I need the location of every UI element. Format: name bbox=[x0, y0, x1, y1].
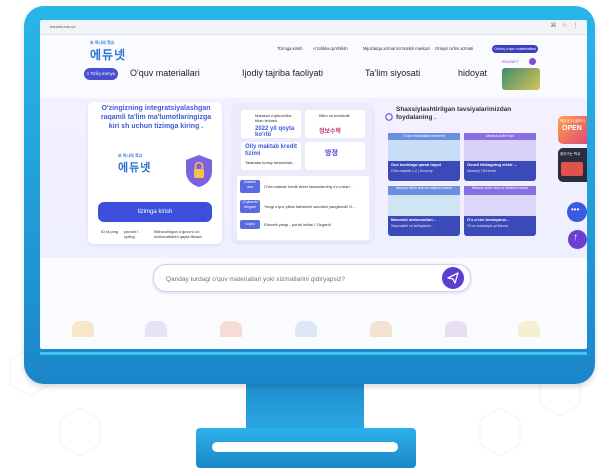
scroll-top-button[interactable]: ↑ bbox=[568, 230, 587, 249]
send-icon bbox=[447, 272, 459, 284]
login-logo-wordmark: 에듀넷 bbox=[118, 162, 152, 174]
open-banner-sub: 에듀넷 티-클리어 bbox=[560, 119, 585, 123]
reco-item-3-sub: Sayoxatchi va tarbiyalash... bbox=[391, 224, 434, 228]
news-tile-1-text: Malakali o'qituvchilar bilan ishlash bbox=[255, 113, 292, 123]
news-row-1-tag: Izlanish ana bbox=[240, 180, 260, 193]
news-row-3-text[interactable]: Eduneti yangi - portal ishlari / Ozgardi bbox=[264, 222, 366, 227]
news-tile-2-text: Bilim va kreativlik bbox=[319, 113, 350, 118]
logo-wordmark: 에듀넷 bbox=[90, 48, 127, 62]
nav-creative-activities[interactable]: Ijodiy tajriba faoliyati bbox=[242, 68, 323, 78]
site-logo[interactable]: 또 하나의 학교 에듀넷 bbox=[90, 40, 126, 63]
reco-item-3[interactable]: Maxsus ta'lim fani va elektron resurs Ma… bbox=[388, 186, 460, 236]
browser-toolbar: edunet.edu.uz ⌘ ☆ ⋮ bbox=[40, 20, 587, 35]
monitor-screen: edunet.edu.uz ⌘ ☆ ⋮ 또 하나의 학교 에듀넷 Tizimga… bbox=[40, 20, 587, 349]
find-id-link[interactable]: ID ta ping bbox=[101, 229, 119, 234]
news-row-2-tag: O'qituvchi tenglari bbox=[240, 200, 260, 213]
reco-item-2-label: Ovozli fizikagning elektr ... bbox=[467, 162, 518, 167]
quick-icon-2[interactable] bbox=[145, 321, 167, 337]
reco-item-4-sub: Til va madaniyat qo'llanma bbox=[467, 224, 509, 228]
search-submit-button[interactable] bbox=[442, 267, 464, 289]
news-tile-1-heading: 2022 yil qoyta ko'rib bbox=[255, 126, 295, 138]
news-row-2-text[interactable]: Yangi o'quv yilida bahsberil savollari y… bbox=[264, 204, 366, 209]
arrow-up-icon: ↑ bbox=[573, 232, 578, 243]
news-tile-3[interactable]: Olly maktab kredit tizimi Talabalar kurs… bbox=[241, 142, 301, 170]
reco-title: Shaxsiylashtirilgan tavsiyalarimizdan fo… bbox=[396, 106, 512, 121]
nav-education-policy[interactable]: Ta'lim siyosati bbox=[365, 68, 420, 78]
reco-item-1-label: Guz boshlaga qarab hayot bbox=[391, 162, 442, 167]
login-button[interactable]: tizimga kirish bbox=[98, 202, 212, 222]
signup-link[interactable]: A'zolikka qo'shilish bbox=[313, 46, 348, 51]
reco-item-4[interactable]: Maxsus ta'lim fani va elektron resurs O'… bbox=[464, 186, 536, 236]
reco-item-2-head: Maxsus ta'lim fani bbox=[464, 133, 536, 140]
online-service-link[interactable]: Onlayn ta'lim xizmati bbox=[435, 46, 473, 51]
news-tile-4-heading: 방정 bbox=[325, 150, 338, 157]
open-materials-button[interactable]: Ochiq o'quv materiallari bbox=[492, 45, 538, 53]
shield-lock-icon bbox=[186, 155, 212, 187]
reco-item-4-label: O'z-o'zini boshqaruv... bbox=[467, 217, 510, 222]
reco-item-3-head: Maxsus ta'lim fani va elektron resurs bbox=[388, 186, 460, 195]
edunet-badge: EDUNET bbox=[502, 59, 519, 64]
quick-icon-3[interactable] bbox=[220, 321, 242, 337]
menu-dots-icon[interactable]: ⋮ bbox=[572, 23, 579, 30]
chat-bubble-button[interactable]: ••• bbox=[567, 202, 587, 222]
monitor-base-slot bbox=[212, 442, 398, 452]
news-tile-4[interactable]: 방정 bbox=[305, 142, 365, 170]
quick-icon-7[interactable] bbox=[518, 321, 540, 337]
search-bar bbox=[153, 264, 471, 292]
monitor-neck bbox=[246, 384, 364, 430]
news-list: Izlanish ana O'rta maktab kredit tizimi … bbox=[237, 176, 369, 240]
open-banner-title: OPEN bbox=[562, 125, 582, 132]
reco-item-2[interactable]: Maxsus ta'lim fani Ovozli fizikagning el… bbox=[464, 133, 536, 181]
school-banner-label: 찾아가는 학교 bbox=[560, 152, 581, 156]
news-tile-2-heading: 정보수학 bbox=[319, 129, 342, 135]
monitor-chin-line bbox=[40, 352, 587, 355]
reco-item-1-head: O'quv materiallari elementi bbox=[388, 133, 460, 140]
find-password-link[interactable]: parolni t opling bbox=[124, 229, 150, 239]
news-row-1-text[interactable]: O'rta maktab kredit tizimi talabalarning… bbox=[264, 184, 366, 189]
reco-icon bbox=[385, 108, 393, 126]
reco-item-1-sub: O'rta maktab 1-2 | Umumiy bbox=[391, 169, 433, 173]
school-side-banner[interactable]: 찾아가는 학교 bbox=[558, 148, 587, 182]
reco-item-2-sub: Umumiy | Bo'limlar bbox=[467, 169, 496, 173]
address-bar[interactable]: edunet.edu.uz bbox=[50, 23, 490, 31]
login-card: O'zingizning integratsiyalashgan raqamli… bbox=[88, 102, 222, 244]
quick-icon-6[interactable] bbox=[445, 321, 467, 337]
badge-arrow-icon[interactable] bbox=[529, 58, 536, 65]
chat-icon: ••• bbox=[571, 205, 580, 214]
quick-icon-4[interactable] bbox=[295, 321, 317, 337]
news-tile-3-text: Talabalar kursiy tanlashlari... bbox=[245, 160, 296, 165]
star-icon[interactable]: ☆ bbox=[561, 23, 568, 30]
news-tile-3-heading: Olly maktab kredit tizimi bbox=[245, 144, 298, 157]
news-tile-2[interactable]: Bilim va kreativlik 정보수학 bbox=[305, 110, 365, 138]
promo-thumbnail[interactable] bbox=[502, 68, 540, 90]
login-card-title: O'zingizning integratsiyalashgan raqamli… bbox=[100, 105, 212, 130]
news-row-3-tag: voqea bbox=[240, 220, 260, 229]
login-link[interactable]: Tizimga kirish bbox=[277, 46, 302, 51]
quick-icon-5[interactable] bbox=[370, 321, 392, 337]
graduate-restore-link[interactable]: Bitiruvchilgan o'quvchi o'z ma'lumotlari… bbox=[154, 229, 214, 239]
full-menu-label: To'liq menyu bbox=[90, 71, 116, 76]
news-card: Malakali o'qituvchilar bilan ishlash 202… bbox=[233, 104, 373, 242]
full-menu-button[interactable]: ≡ To'liq menyu bbox=[84, 68, 118, 80]
search-input[interactable] bbox=[164, 272, 438, 286]
open-side-banner[interactable]: 에듀넷 티-클리어 OPEN bbox=[558, 116, 587, 144]
reco-item-4-head: Maxsus ta'lim fani va elektron resurs bbox=[464, 186, 536, 195]
login-card-logo: 또 하나의 학교 에듀넷 bbox=[118, 153, 151, 175]
quick-icon-1[interactable] bbox=[72, 321, 94, 337]
nav-learning-materials[interactable]: O'quv materiallari bbox=[130, 68, 200, 78]
nav-guidance[interactable]: hidoyat bbox=[458, 68, 487, 78]
reco-item-3-label: Marvarid mahsulotlari... bbox=[391, 217, 436, 222]
reco-item-1[interactable]: O'quv materiallari elementi Guz boshlaga… bbox=[388, 133, 460, 181]
translate-icon[interactable]: ⌘ bbox=[550, 23, 557, 30]
support-link[interactable]: Mijozlarga xizmat ko'rsatish markazi bbox=[363, 46, 430, 51]
news-tile-1[interactable]: Malakali o'qituvchilar bilan ishlash 202… bbox=[241, 110, 301, 138]
